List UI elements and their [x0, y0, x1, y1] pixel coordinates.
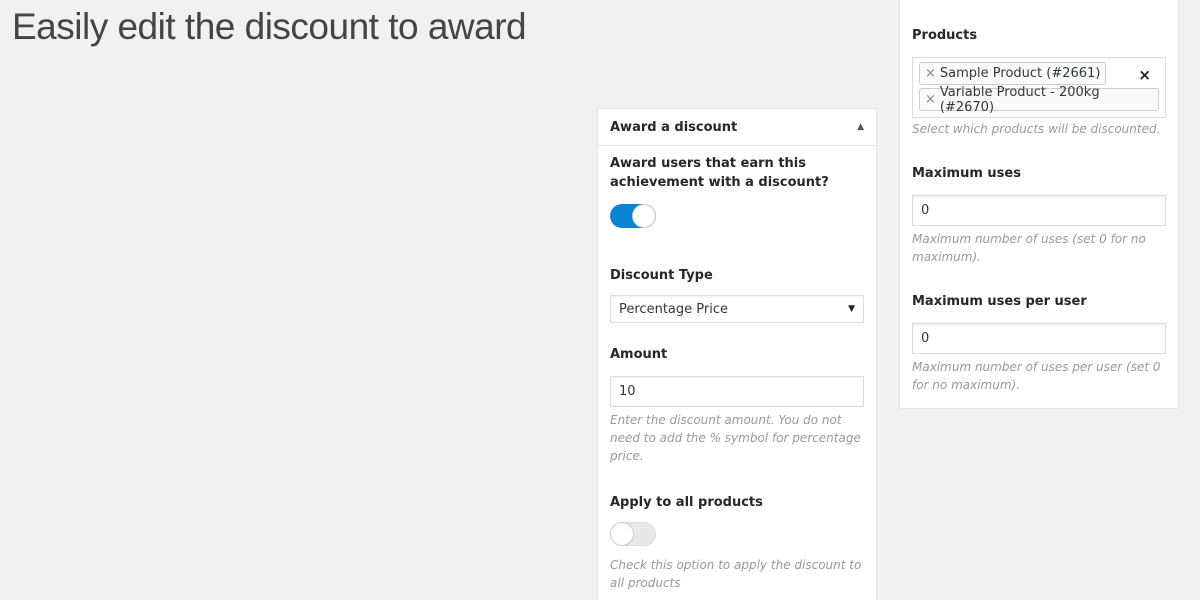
- max-uses-user-input[interactable]: 0: [912, 323, 1166, 354]
- remove-tag-icon[interactable]: ×: [925, 66, 936, 81]
- toggle-knob: [632, 204, 656, 228]
- max-uses-user-label: Maximum uses per user: [912, 294, 1087, 309]
- products-description: Select which products will be discounted…: [912, 122, 1161, 136]
- award-question-label: Award users that earn this achievement w…: [610, 156, 829, 190]
- discount-type-select[interactable]: Percentage Price ▼: [610, 295, 864, 323]
- panel-title: Award a discount: [610, 119, 738, 135]
- product-tag: × Sample Product (#2661): [919, 62, 1107, 85]
- product-tag: × Variable Product - 200kg (#2670): [919, 85, 1159, 115]
- max-uses-input[interactable]: 0: [912, 195, 1166, 226]
- product-tag-label: Variable Product - 200kg (#2670): [939, 84, 1100, 115]
- apply-all-label: Apply to all products: [610, 495, 763, 510]
- discount-type-label: Discount Type: [610, 268, 713, 283]
- discount-type-value: Percentage Price: [619, 301, 728, 317]
- toggle-knob: [610, 522, 634, 546]
- amount-label: Amount: [610, 347, 668, 362]
- award-discount-panel-header[interactable]: Award a discount ▲: [598, 109, 876, 146]
- amount-input[interactable]: 10: [610, 376, 864, 407]
- award-discount-toggle[interactable]: [610, 204, 656, 228]
- max-uses-user-description: Maximum number of uses per user (set 0 f…: [912, 360, 1161, 392]
- products-multiselect[interactable]: × Sample Product (#2661) × Variable Prod…: [912, 57, 1166, 118]
- award-discount-panel: Award a discount ▲ Award users that earn…: [597, 108, 877, 600]
- chevron-down-icon: ▼: [848, 304, 855, 314]
- products-panel: Products × Sample Product (#2661) × Vari…: [899, 0, 1179, 409]
- apply-all-toggle[interactable]: [610, 522, 656, 546]
- page-headline: Easily edit the discount to award: [12, 6, 527, 47]
- collapse-caret-icon[interactable]: ▲: [857, 122, 864, 132]
- remove-tag-icon[interactable]: ×: [925, 92, 936, 107]
- apply-all-description: Check this option to apply the discount …: [610, 558, 862, 590]
- max-uses-description: Maximum number of uses (set 0 for no max…: [912, 232, 1146, 264]
- max-uses-label: Maximum uses: [912, 166, 1021, 181]
- products-label: Products: [912, 28, 978, 43]
- clear-all-icon[interactable]: ×: [1138, 66, 1151, 84]
- product-tag-label: Sample Product (#2661): [939, 66, 1101, 81]
- amount-description: Enter the discount amount. You do not ne…: [610, 413, 861, 463]
